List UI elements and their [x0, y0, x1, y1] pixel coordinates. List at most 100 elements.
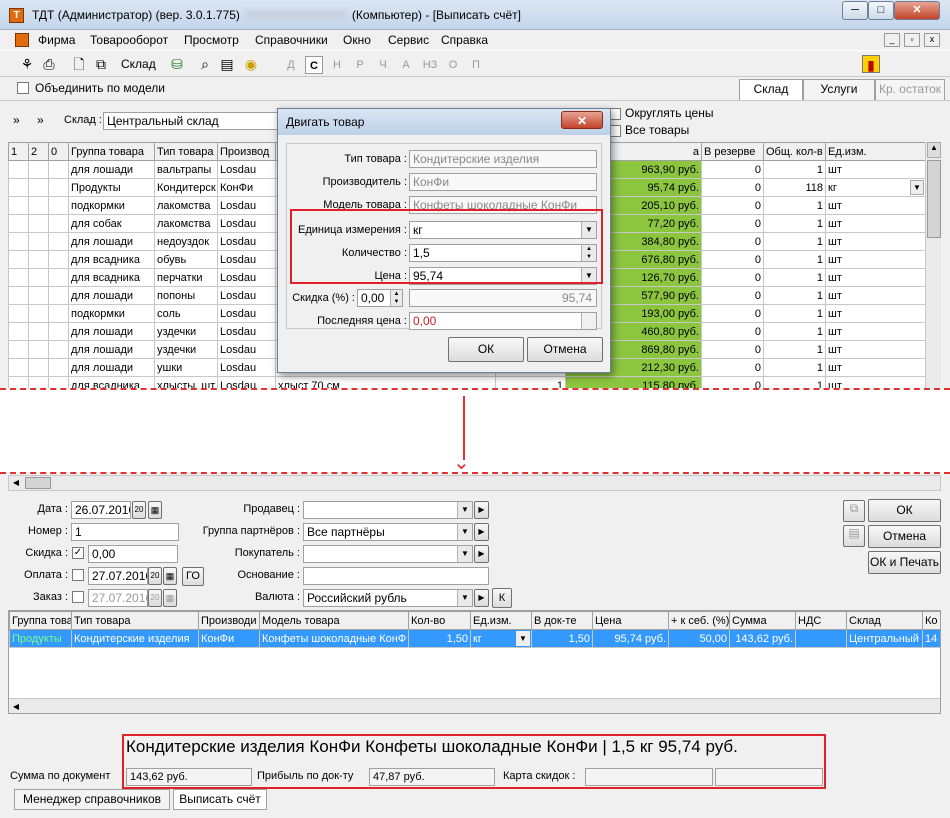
menu-references[interactable]: Справочники [255, 33, 328, 47]
cell-0[interactable] [48, 304, 69, 323]
filter-s-button[interactable]: С [305, 56, 323, 74]
col-total[interactable]: Общ. кол-в [763, 142, 826, 161]
cell-unit[interactable]: шт [825, 232, 925, 251]
cell-0[interactable] [48, 286, 69, 305]
cell-1[interactable] [8, 268, 29, 287]
payment-calendar-button[interactable]: 20 [148, 567, 162, 585]
doc-hscrollbar[interactable]: ◀ [9, 698, 940, 713]
order-checkbox[interactable] [72, 591, 84, 603]
cell-unit[interactable]: шт [825, 196, 925, 215]
taskbar-invoice[interactable]: Выписать счёт [173, 789, 267, 810]
cell-group[interactable]: для всадника [68, 250, 155, 269]
basket-icon[interactable]: ⛁ [168, 55, 186, 73]
cell-2[interactable] [28, 178, 49, 197]
new-document-icon[interactable]: 🗋 [70, 55, 88, 73]
payment-date-field[interactable]: 27.07.2016 [88, 567, 148, 585]
doc-cell-model[interactable]: Конфеты шоколадные КонФ [259, 629, 409, 648]
coin-icon[interactable]: ◉ [242, 55, 260, 73]
discount-field[interactable]: 0,00 [88, 545, 178, 563]
cell-0[interactable] [48, 160, 69, 179]
cell-unit[interactable]: шт [825, 160, 925, 179]
exit-icon[interactable]: ▮ [862, 55, 880, 73]
cell-unit[interactable]: шт [825, 340, 925, 359]
cell-total[interactable]: 1 [763, 214, 826, 233]
buyer-select[interactable]: ▼ [303, 545, 473, 563]
mdi-app-icon[interactable] [15, 33, 29, 47]
filter-n-button[interactable]: Н [328, 56, 346, 74]
cell-1[interactable] [8, 214, 29, 233]
cell-maker[interactable]: Losdau [217, 286, 276, 305]
cell-0[interactable] [48, 214, 69, 233]
form-cancel-button[interactable]: Отмена [868, 525, 941, 548]
date-grid-button[interactable]: ▦ [148, 501, 162, 519]
scroll-left-arrow[interactable]: ◀ [9, 476, 23, 490]
scroll-up-arrow[interactable]: ▲ [927, 142, 941, 158]
date-field[interactable]: 26.07.2016 [71, 501, 131, 519]
cell-total[interactable]: 1 [763, 358, 826, 377]
filter-o-button[interactable]: О [444, 56, 462, 74]
cell-type[interactable]: уздечки [154, 322, 218, 341]
cell-2[interactable] [28, 232, 49, 251]
cell-reserve[interactable]: 0 [701, 250, 764, 269]
seller-select[interactable]: ▼ [303, 501, 473, 519]
cell-1[interactable] [8, 322, 29, 341]
cell-maker[interactable]: Losdau [217, 250, 276, 269]
cell-unit[interactable]: шт [825, 286, 925, 305]
cell-total[interactable]: 1 [763, 322, 826, 341]
cell-unit[interactable]: шт [825, 376, 925, 388]
cell-total[interactable]: 1 [763, 250, 826, 269]
cell-group[interactable]: для собак [68, 214, 155, 233]
doc-cell-qty[interactable]: 1,50 [408, 629, 471, 648]
date-calendar-button[interactable]: 20 [132, 501, 146, 519]
cell-group[interactable]: для лошади [68, 286, 155, 305]
cell-maker[interactable]: Losdau [217, 322, 276, 341]
doc-col-vat[interactable]: НДС [795, 611, 847, 630]
taskbar-references-manager[interactable]: Менеджер справочников [14, 789, 170, 810]
doc-cell-unit[interactable]: кг ▼ [470, 629, 532, 648]
cell-qty[interactable]: 1 [495, 376, 566, 388]
warehouse-select[interactable]: Центральный склад [103, 112, 279, 130]
cell-1[interactable] [8, 196, 29, 215]
cell-unit[interactable]: шт [825, 322, 925, 341]
partner-group-open-button[interactable]: ▶ [474, 523, 489, 541]
cell-type[interactable]: недоуздок [154, 232, 218, 251]
cell-0[interactable] [48, 268, 69, 287]
cell-type[interactable]: уздечки [154, 340, 218, 359]
doc-col-type[interactable]: Тип товара [71, 611, 199, 630]
cell-type[interactable]: вальтрапы [154, 160, 218, 179]
seller-open-button[interactable]: ▶ [474, 501, 489, 519]
tab-warehouse[interactable]: Склад [739, 79, 803, 100]
col-0[interactable]: 0 [48, 142, 69, 161]
currency-open-button[interactable]: ▶ [474, 589, 489, 607]
goods-vscrollbar[interactable]: ▲ [925, 142, 941, 388]
warehouse-button[interactable]: Склад [121, 57, 156, 71]
number-field[interactable]: 1 [71, 523, 179, 541]
cell-0[interactable] [48, 178, 69, 197]
partner-group-select[interactable]: Все партнёры ▼ [303, 523, 473, 541]
col-reserve[interactable]: В резерве [701, 142, 764, 161]
cell-2[interactable] [28, 322, 49, 341]
cell-1[interactable] [8, 340, 29, 359]
discount-checkbox[interactable]: ✓ [72, 547, 84, 559]
copy-document-icon[interactable]: ⧉ [92, 55, 110, 73]
currency-k-button[interactable]: К [492, 588, 512, 608]
combine-by-model-checkbox[interactable] [17, 82, 29, 94]
cell-maker[interactable]: Losdau [217, 340, 276, 359]
cell-maker[interactable]: Losdau [217, 304, 276, 323]
cell-reserve[interactable]: 0 [701, 358, 764, 377]
doc-col-group[interactable]: Группа товар [9, 611, 72, 630]
cell-unit[interactable]: шт [825, 214, 925, 233]
cell-0[interactable] [48, 232, 69, 251]
cell-price[interactable]: 115,80 руб. [565, 376, 702, 388]
unit-dropdown-arrow[interactable]: ▼ [516, 631, 530, 646]
cell-0[interactable] [48, 250, 69, 269]
col-2[interactable]: 2 [28, 142, 49, 161]
doc-col-extra[interactable]: Ко [922, 611, 940, 630]
menu-window[interactable]: Окно [343, 33, 371, 47]
cell-group[interactable]: для лошади [68, 358, 155, 377]
cell-group[interactable]: для лошади [68, 340, 155, 359]
menu-turnover[interactable]: Товарооборот [90, 33, 168, 47]
cell-1[interactable] [8, 376, 29, 388]
tree-icon[interactable]: ⚘ [18, 55, 36, 73]
cell-group[interactable]: для всадника [68, 376, 155, 388]
